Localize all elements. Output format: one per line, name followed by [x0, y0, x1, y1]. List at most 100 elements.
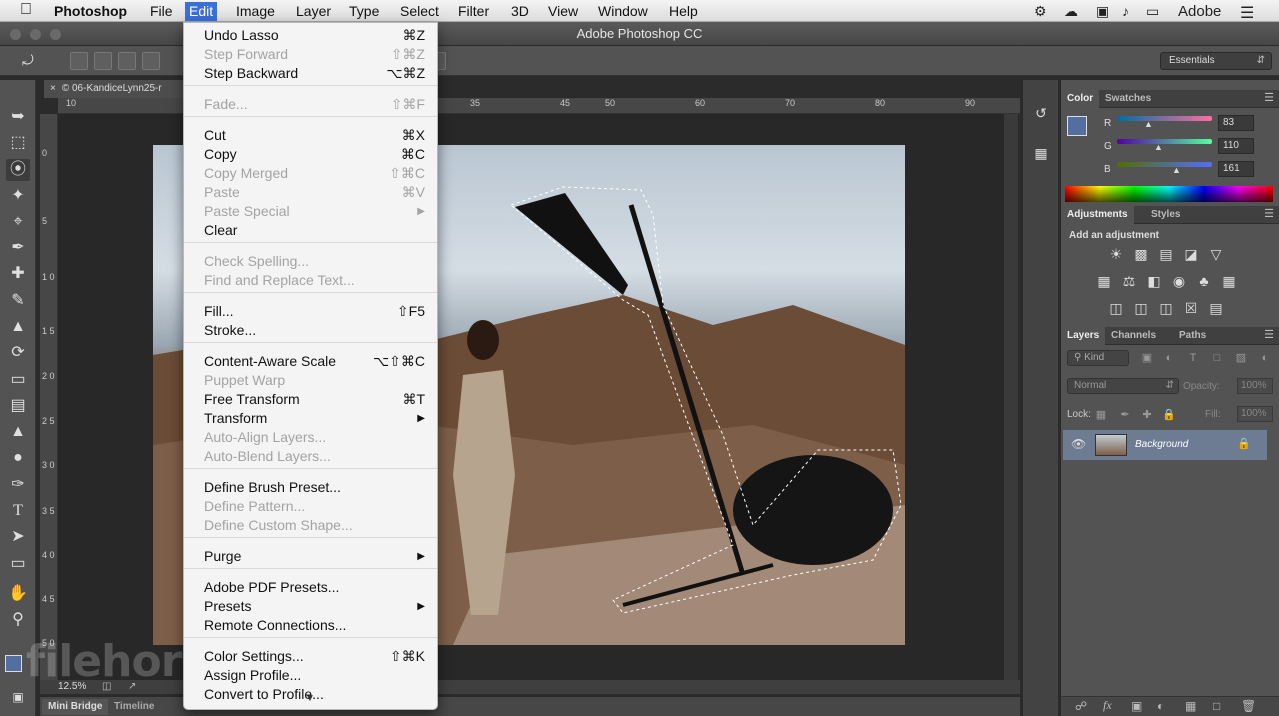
black-white-icon[interactable]: ◧ — [1144, 272, 1164, 290]
b-slider[interactable] — [1117, 162, 1212, 167]
b-slider-thumb[interactable]: ▲ — [1172, 165, 1181, 175]
menu-file[interactable]: File — [150, 2, 173, 21]
filter-adjustment-icon[interactable]: ◐ — [1159, 349, 1179, 367]
lock-image-icon[interactable]: ✒ — [1115, 406, 1135, 424]
channel-mixer-icon[interactable]: ♣ — [1194, 272, 1214, 290]
edit-menu-item[interactable]: Undo Lasso ⌘Z — [184, 26, 437, 45]
threshold-icon[interactable]: ◫ — [1156, 299, 1176, 317]
workspace-switcher[interactable]: Essentials ⇵ — [1160, 52, 1272, 70]
tab-channels[interactable]: Channels — [1105, 327, 1162, 345]
edit-menu-item[interactable]: Adobe PDF Presets... — [184, 578, 437, 597]
dodge-tool-icon[interactable]: ● — [6, 447, 30, 469]
photo-filter-icon[interactable]: ◉ — [1169, 272, 1189, 290]
panel-menu-icon[interactable]: ☰ — [1264, 207, 1274, 220]
menu-view[interactable]: View — [548, 2, 578, 21]
filter-type-icon[interactable]: T — [1183, 349, 1203, 367]
tab-styles[interactable]: Styles — [1145, 206, 1186, 224]
pen-tool-icon[interactable]: ✑ — [6, 474, 30, 496]
blur-tool-icon[interactable]: ▲ — [6, 421, 30, 443]
hand-tool-icon[interactable]: ✋ — [6, 583, 30, 605]
r-slider[interactable] — [1117, 116, 1212, 121]
marquee-tool-icon[interactable]: ⬚ — [6, 132, 30, 154]
foreground-color-swatch[interactable] — [5, 655, 22, 672]
color-fg-swatch[interactable] — [1067, 116, 1087, 136]
display-icon[interactable]: ▭ — [1146, 3, 1159, 20]
panel-menu-icon[interactable]: ☰ — [1264, 91, 1274, 104]
filter-pixel-icon[interactable]: ▣ — [1137, 349, 1157, 367]
edit-menu-item[interactable]: Cut ⌘X — [184, 126, 437, 145]
layer-filter-kind[interactable]: ⚲ Kind — [1067, 350, 1129, 366]
zoom-window-button[interactable] — [50, 29, 61, 40]
document-tab[interactable]: × © 06-KandiceLynn25-r — [44, 80, 184, 98]
quick-selection-tool-icon[interactable]: ✦ — [6, 185, 30, 207]
close-doc-icon[interactable]: × — [50, 83, 56, 94]
edit-menu-item[interactable]: Free Transform ⌘T — [184, 390, 437, 409]
volume-icon[interactable]: ♪ — [1122, 3, 1129, 19]
curves-icon[interactable]: ▤ — [1156, 245, 1176, 263]
intersect-selection-button[interactable] — [142, 52, 160, 70]
eyedropper-tool-icon[interactable]: ✒ — [6, 237, 30, 259]
properties-panel-icon[interactable]: ▦ — [1031, 144, 1051, 162]
crop-tool-icon[interactable]: ⌖ — [6, 211, 30, 233]
levels-icon[interactable]: ▩ — [1131, 245, 1151, 263]
edit-menu-item[interactable]: Stroke... — [184, 321, 437, 340]
eye-visibility-icon[interactable]: 👁 — [1071, 437, 1086, 451]
edit-menu-item[interactable]: Remote Connections... — [184, 616, 437, 635]
edit-menu-item[interactable]: Presets ▶ — [184, 597, 437, 616]
lock-transparent-icon[interactable]: ▦ — [1091, 406, 1111, 424]
menu-3d[interactable]: 3D — [511, 2, 529, 21]
history-panel-icon[interactable]: ↺ — [1031, 104, 1051, 122]
lasso-tool-icon[interactable]: ⦿ — [6, 159, 30, 181]
new-adjustment-layer-icon[interactable]: ◐ — [1157, 699, 1164, 713]
tab-timeline[interactable]: Timeline — [108, 699, 160, 715]
scroll-more-arrow-icon[interactable]: ▼ — [305, 693, 315, 704]
tab-layers[interactable]: Layers — [1061, 327, 1106, 345]
quick-mask-icon[interactable]: ▣ — [6, 686, 30, 708]
new-group-icon[interactable]: ▦ — [1185, 699, 1196, 713]
edit-menu-item[interactable]: Content-Aware Scale ⌥⇧⌘C — [184, 352, 437, 371]
gradient-tool-icon[interactable]: ▤ — [6, 395, 30, 417]
edit-menu-item[interactable]: Step Backward ⌥⌘Z — [184, 64, 437, 83]
edit-menu-item[interactable]: Clear — [184, 221, 437, 240]
new-selection-button[interactable] — [70, 52, 88, 70]
r-value-field[interactable]: 83 — [1218, 115, 1254, 131]
layer-row-background[interactable]: 👁 Background 🔒 — [1063, 430, 1267, 460]
fill-field[interactable]: 100% — [1237, 406, 1273, 422]
r-slider-thumb[interactable]: ▲ — [1144, 119, 1153, 129]
new-layer-icon[interactable]: □ — [1213, 699, 1220, 713]
add-selection-button[interactable] — [94, 52, 112, 70]
edit-menu-item[interactable]: Define Brush Preset... — [184, 478, 437, 497]
tab-mini-bridge[interactable]: Mini Bridge — [42, 699, 109, 715]
lock-all-icon[interactable]: 🔒 — [1159, 406, 1179, 424]
menu-select[interactable]: Select — [400, 2, 439, 21]
exposure-icon[interactable]: ◪ — [1181, 245, 1201, 263]
healing-brush-tool-icon[interactable]: ✚ — [6, 263, 30, 285]
menu-filter[interactable]: Filter — [458, 2, 489, 21]
panel-menu-icon[interactable]: ☰ — [1264, 328, 1274, 341]
subtract-selection-button[interactable] — [118, 52, 136, 70]
menu-image[interactable]: Image — [236, 2, 275, 21]
edit-menu-item[interactable]: Fill... ⇧F5 — [184, 302, 437, 321]
color-spectrum-ramp[interactable] — [1065, 186, 1273, 202]
b-value-field[interactable]: 161 — [1218, 161, 1254, 177]
brush-tool-icon[interactable]: ✎ — [6, 290, 30, 312]
edit-menu-item[interactable]: Copy ⌘C — [184, 145, 437, 164]
posterize-icon[interactable]: ◫ — [1131, 299, 1151, 317]
edit-menu-item[interactable]: Purge ▶ — [184, 547, 437, 566]
notification-list-icon[interactable]: ☰ — [1240, 3, 1254, 23]
opacity-field[interactable]: 100% — [1237, 378, 1273, 394]
g-value-field[interactable]: 110 — [1218, 138, 1254, 154]
path-selection-tool-icon[interactable]: ➤ — [6, 526, 30, 548]
menu-window[interactable]: Window — [598, 2, 648, 21]
rectangle-tool-icon[interactable]: ▭ — [6, 553, 30, 575]
layer-name[interactable]: Background — [1135, 439, 1188, 450]
edit-menu-item[interactable]: Transform ▶ — [184, 409, 437, 428]
brightness-contrast-icon[interactable]: ☀ — [1106, 245, 1126, 263]
move-tool-icon[interactable]: ➥ — [6, 106, 30, 128]
clone-stamp-tool-icon[interactable]: ▲ — [6, 316, 30, 338]
blend-mode-select[interactable]: Normal ⇵ — [1067, 378, 1179, 394]
camera-icon[interactable]: ▣ — [1096, 3, 1109, 20]
edit-menu-item[interactable]: Assign Profile... — [184, 666, 437, 685]
tab-swatches[interactable]: Swatches — [1099, 90, 1157, 108]
hue-saturation-icon[interactable]: ▦ — [1094, 272, 1114, 290]
